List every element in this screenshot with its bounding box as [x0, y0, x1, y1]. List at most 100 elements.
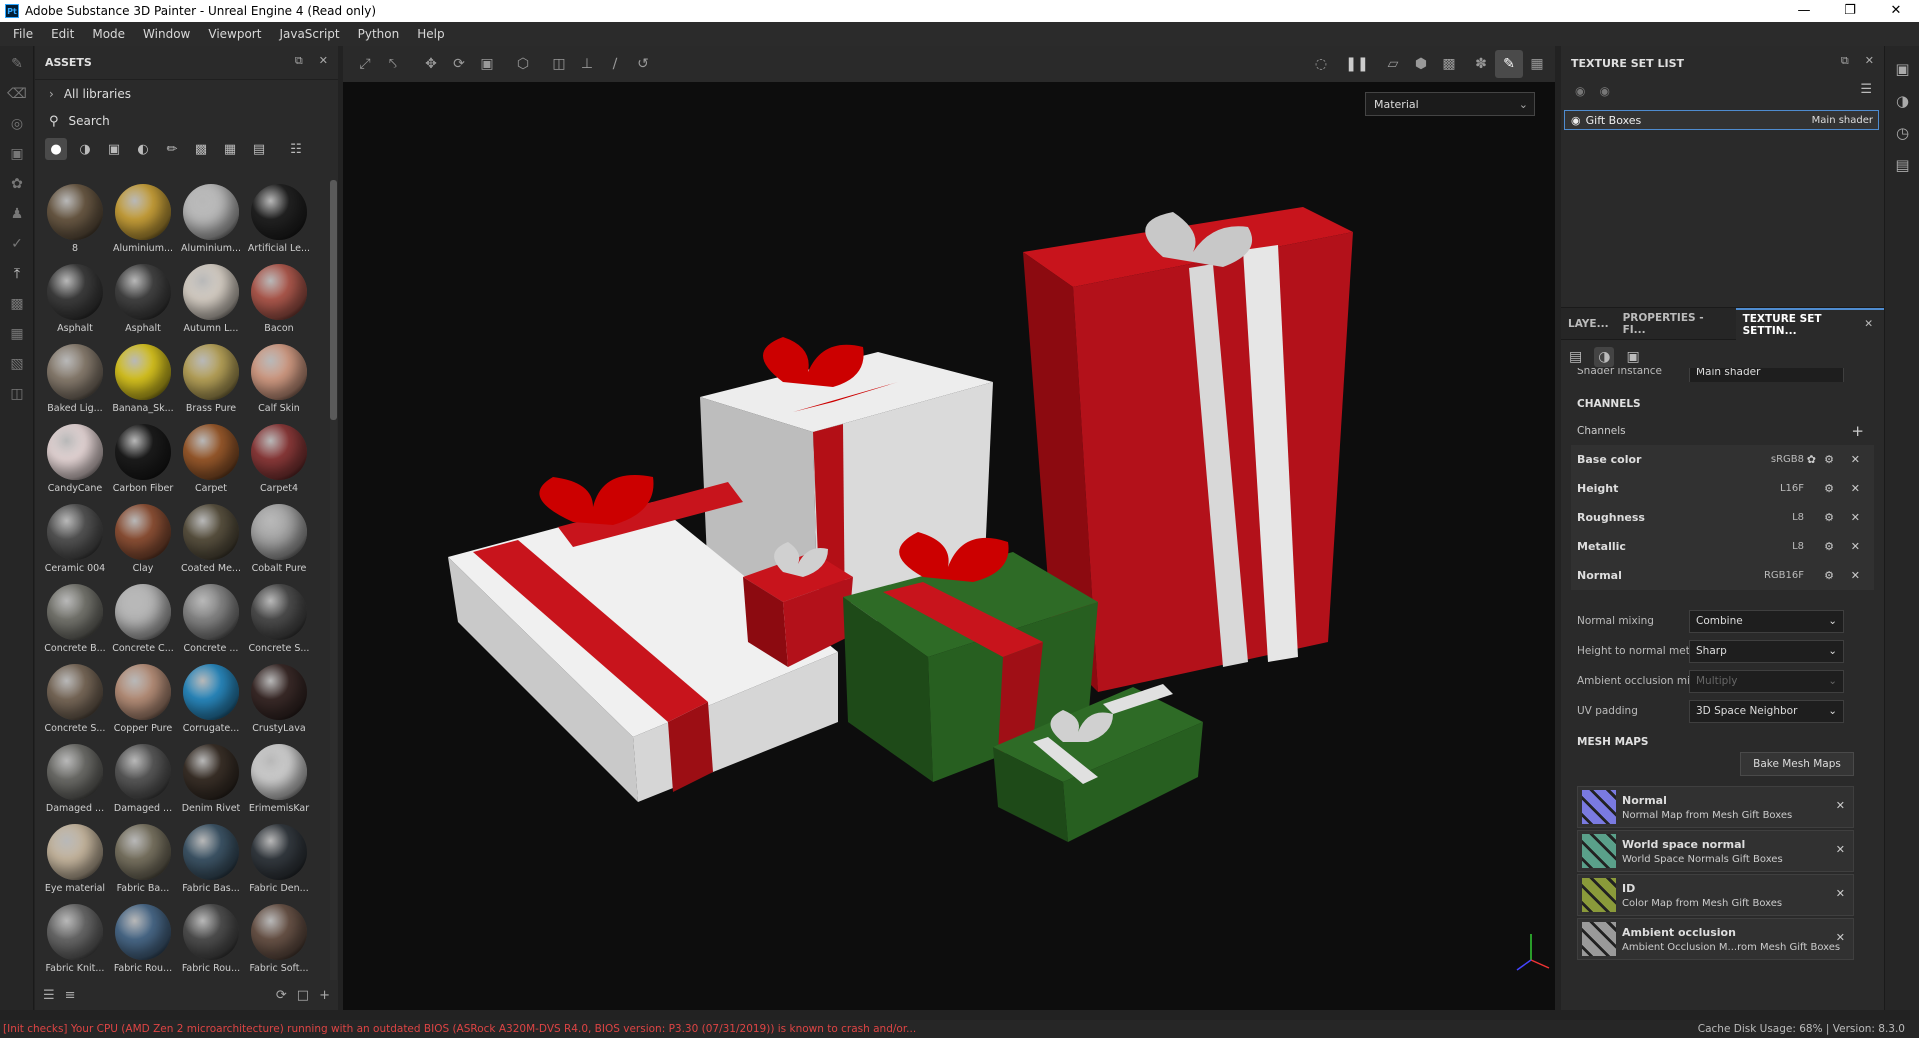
asset-item[interactable]: Carpet4	[245, 420, 313, 498]
channel-row[interactable]: Normal RGB16F ⚙ ✕	[1571, 561, 1874, 590]
menu-help[interactable]: Help	[408, 27, 453, 41]
pause-icon[interactable]: ❚❚	[1343, 50, 1371, 78]
snap-icon[interactable]: ∕	[601, 50, 629, 78]
uv-transform-icon[interactable]: ⤣	[379, 50, 407, 78]
asset-item[interactable]: Artificial Le...	[245, 180, 313, 258]
channel-format[interactable]: L16F	[1780, 483, 1804, 494]
asset-item[interactable]: Concrete S...	[41, 660, 109, 738]
search-input[interactable]: Search	[69, 114, 110, 128]
channel-row[interactable]: Height L16F ⚙ ✕	[1571, 474, 1874, 503]
asset-item[interactable]: Fabric Rou...	[109, 900, 177, 978]
channel-format[interactable]: L8	[1792, 512, 1804, 523]
asset-item[interactable]: Damaged ...	[41, 740, 109, 818]
asset-item[interactable]: Ceramic 004	[41, 500, 109, 578]
paint-brush-icon[interactable]: ✎	[5, 52, 29, 76]
asset-item[interactable]: Damaged ...	[109, 740, 177, 818]
shader-instance-select[interactable]: Main shader	[1689, 368, 1844, 382]
remove-channel-icon[interactable]: ✕	[1851, 540, 1860, 553]
viewer-settings-icon[interactable]: ▣	[1885, 60, 1919, 78]
screenshot-icon[interactable]: ▦	[1523, 50, 1551, 78]
channel-row[interactable]: Metallic L8 ⚙ ✕	[1571, 532, 1874, 561]
channel-format[interactable]: sRGB8	[1771, 454, 1804, 465]
smart-materials-filter-icon[interactable]: ◑	[74, 138, 96, 160]
projection-icon[interactable]: ◎	[5, 112, 29, 136]
view-2d-icon[interactable]: ▱	[1379, 50, 1407, 78]
asset-item[interactable]: Carbon Fiber	[109, 420, 177, 498]
history-icon[interactable]: ◷	[1885, 124, 1919, 142]
environment-filter-icon[interactable]: ▤	[248, 138, 270, 160]
gear-icon[interactable]: ⚙	[1824, 453, 1834, 466]
minimize-button[interactable]: —	[1781, 0, 1827, 22]
property-select[interactable]: 3D Space Neighbor ⌄	[1689, 699, 1844, 723]
history-icon[interactable]: ↺	[629, 50, 657, 78]
menu-javascript[interactable]: JavaScript	[270, 27, 348, 41]
measure-icon[interactable]: ▦	[5, 322, 29, 346]
material-mode-icon[interactable]: ✽	[1467, 50, 1495, 78]
asset-item[interactable]: 8	[41, 180, 109, 258]
color-profile-icon[interactable]: ✿	[1807, 453, 1816, 466]
folder-icon[interactable]: □	[297, 988, 309, 1003]
align-icon[interactable]: ⊥	[573, 50, 601, 78]
smart-masks-filter-icon[interactable]: ◐	[132, 138, 154, 160]
channel-format[interactable]: RGB16F	[1764, 570, 1804, 581]
asset-item[interactable]: Concrete B...	[41, 580, 109, 658]
asset-item[interactable]: Copper Pure	[109, 660, 177, 738]
property-select[interactable]: Combine ⌄	[1689, 609, 1844, 633]
remove-channel-icon[interactable]: ✕	[1851, 453, 1860, 466]
3d-viewport[interactable]: Material ⌄	[343, 82, 1555, 1010]
texture-set-row[interactable]: ◉ Gift Boxes Main shader	[1564, 110, 1879, 130]
gear-icon[interactable]: ⚙	[1824, 540, 1834, 553]
asset-item[interactable]: CrustyLava	[245, 660, 313, 738]
symmetry-icon[interactable]: ◫	[545, 50, 573, 78]
masks-filter-icon[interactable]: ▣	[103, 138, 125, 160]
viewport-mode-select[interactable]: Material ⌄	[1365, 92, 1535, 116]
list-menu-icon[interactable]: ☰	[1860, 82, 1872, 97]
visibility-off-icon[interactable]: ◉	[1575, 84, 1585, 98]
asset-item[interactable]: Asphalt	[41, 260, 109, 338]
log-icon[interactable]: ▤	[1885, 156, 1919, 174]
hide-icon[interactable]: ◌	[1307, 50, 1335, 78]
mesh-map-item[interactable]: Normal Normal Map from Mesh Gift Boxes ✕	[1577, 786, 1854, 828]
cube-icon[interactable]: ⬡	[509, 50, 537, 78]
search-field[interactable]: ⚲ Search	[35, 108, 338, 134]
brushes-filter-icon[interactable]: ✏	[161, 138, 183, 160]
shader-settings-icon[interactable]: ◑	[1885, 92, 1919, 110]
asset-item[interactable]: Baked Lig...	[41, 340, 109, 418]
close-window-button[interactable]: ✕	[1873, 0, 1919, 22]
asset-item[interactable]: Carpet	[177, 420, 245, 498]
remove-channel-icon[interactable]: ✕	[1851, 511, 1860, 524]
channel-format[interactable]: L8	[1792, 541, 1804, 552]
asset-item[interactable]: Bacon	[245, 260, 313, 338]
gear-icon[interactable]: ⚙	[1824, 569, 1834, 582]
eye-icon[interactable]: ◉	[1571, 114, 1581, 127]
geometry-mask-icon[interactable]: ▩	[5, 292, 29, 316]
menu-python[interactable]: Python	[349, 27, 409, 41]
asset-item[interactable]: Corrugate...	[177, 660, 245, 738]
library-selector[interactable]: › All libraries	[35, 80, 338, 108]
visibility-icon[interactable]: ◉	[1599, 84, 1609, 98]
filter-list-icon[interactable]: ☰	[43, 988, 55, 1003]
remove-channel-icon[interactable]: ✕	[1851, 482, 1860, 495]
grid-view-icon[interactable]: ☷	[285, 138, 307, 160]
asset-item[interactable]: Concrete S...	[245, 580, 313, 658]
texture-set-icon[interactable]: ▤	[1569, 349, 1582, 365]
transform-icon[interactable]: ⤢	[351, 50, 379, 78]
remove-mesh-map-icon[interactable]: ✕	[1836, 931, 1845, 944]
brush-mode-icon[interactable]: ✎	[1495, 50, 1523, 78]
asset-item[interactable]: Fabric Ba...	[109, 820, 177, 898]
asset-item[interactable]: Brass Pure	[177, 340, 245, 418]
scale-icon[interactable]: ▣	[473, 50, 501, 78]
add-channel-icon[interactable]: +	[1851, 422, 1864, 440]
asset-item[interactable]: Fabric Knit...	[41, 900, 109, 978]
asset-item[interactable]: Cobalt Pure	[245, 500, 313, 578]
asset-item[interactable]: Banana_Sk...	[109, 340, 177, 418]
rotate-icon[interactable]: ⟳	[445, 50, 473, 78]
asset-item[interactable]: Fabric Den...	[245, 820, 313, 898]
tab-properties[interactable]: PROPERTIES - FI...	[1616, 308, 1736, 340]
asset-item[interactable]: Fabric Soft...	[245, 900, 313, 978]
float-panel-icon[interactable]: ⧉	[1841, 54, 1849, 68]
asset-item[interactable]: Concrete ...	[177, 580, 245, 658]
particles-filter-icon[interactable]: ▩	[190, 138, 212, 160]
add-asset-icon[interactable]: +	[319, 988, 330, 1003]
menu-mode[interactable]: Mode	[83, 27, 134, 41]
